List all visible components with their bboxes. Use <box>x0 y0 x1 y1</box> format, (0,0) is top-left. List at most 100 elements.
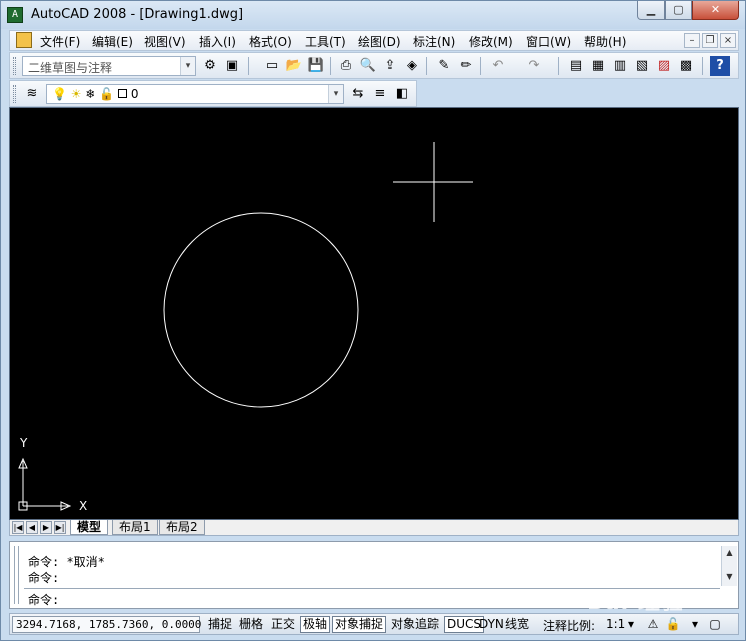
print-button[interactable]: ⎙ <box>336 56 356 76</box>
layer-previous-icon: ⇆ <box>352 86 364 101</box>
workspace-settings-button[interactable]: ⚙ <box>200 56 220 76</box>
tab-model[interactable]: 模型 <box>70 520 109 535</box>
maximize-button[interactable]: ▢ <box>665 1 692 20</box>
properties-icon: ▤ <box>569 58 583 73</box>
menu-tools[interactable]: 工具(T) <box>305 33 346 50</box>
markup-button[interactable]: ▨ <box>654 56 674 76</box>
polar-toggle[interactable]: 极轴 <box>300 616 331 633</box>
pencil-icon: ✏ <box>460 58 472 73</box>
last-tab-button[interactable]: ▶| <box>54 521 66 534</box>
chevron-down-icon[interactable]: ▾ <box>628 617 634 631</box>
annotation-visibility-icon[interactable]: ⚠ <box>644 616 662 633</box>
mdi-restore-button[interactable]: ❐ <box>702 33 718 48</box>
open-folder-icon: 📂 <box>285 58 303 73</box>
make-current-button[interactable]: ≡ <box>370 84 390 104</box>
menu-file[interactable]: 文件(F) <box>40 33 80 50</box>
menu-edit[interactable]: 编辑(E) <box>92 33 133 50</box>
open-file-button[interactable]: 📂 <box>284 56 304 76</box>
otrack-toggle[interactable]: 对象追踪 <box>388 616 442 633</box>
help-button[interactable]: ? <box>710 56 730 76</box>
next-tab-button[interactable]: ▶ <box>40 521 52 534</box>
printer-icon: ⎙ <box>340 58 352 73</box>
prev-tab-button[interactable]: ◀ <box>26 521 38 534</box>
menu-draw[interactable]: 绘图(D) <box>358 33 401 50</box>
menu-window[interactable]: 窗口(W) <box>526 33 571 50</box>
minimize-button[interactable]: ▁ <box>637 1 665 20</box>
menu-format[interactable]: 格式(O) <box>249 33 292 50</box>
tray-menu-icon[interactable]: ▾ <box>686 616 704 633</box>
new-file-button[interactable]: ▭ <box>262 56 282 76</box>
drawing-canvas[interactable]: Y X <box>9 107 739 520</box>
save-file-button[interactable]: 💾 <box>306 56 326 76</box>
chevron-down-icon[interactable]: ▾ <box>180 57 195 75</box>
mdi-minimize-button[interactable]: – <box>684 33 700 48</box>
clean-screen-icon[interactable]: ▢ <box>706 616 724 633</box>
lineweight-toggle[interactable]: 线宽 <box>502 616 532 633</box>
markup-icon: ▨ <box>657 58 671 73</box>
autocad-window: A AutoCAD 2008 - [Drawing1.dwg] ▁ ▢ ✕ 文件… <box>0 0 746 641</box>
scroll-up-icon[interactable]: ▲ <box>722 546 737 560</box>
freeze-icon: ❄ <box>85 87 96 101</box>
match-properties-button[interactable]: ✎ <box>434 56 454 76</box>
coordinates-readout[interactable]: 3294.7168, 1785.7360, 0.0000 <box>12 616 201 633</box>
brush-icon: ✎ <box>438 58 450 73</box>
annotation-scale-value[interactable]: 1:1 <box>606 617 625 631</box>
make-current-icon: ≡ <box>374 86 386 101</box>
layout-tabs: |◀ ◀ ▶ ▶| 模型 布局1 布局2 <box>9 520 739 536</box>
first-tab-button[interactable]: |◀ <box>12 521 24 534</box>
toolbar-separator <box>330 57 331 75</box>
toolbar-grip[interactable] <box>13 57 16 75</box>
menu-insert[interactable]: 插入(I) <box>199 33 236 50</box>
sheet-set-button[interactable]: ▧ <box>632 56 652 76</box>
tab-layout1[interactable]: 布局1 <box>112 520 158 535</box>
layer-state-button[interactable]: ◧ <box>392 84 412 104</box>
layer-color-swatch <box>118 89 128 98</box>
ortho-toggle[interactable]: 正交 <box>268 616 298 633</box>
scroll-down-icon[interactable]: ▼ <box>722 570 737 584</box>
quick-calc-button[interactable]: ▩ <box>676 56 696 76</box>
undo-button[interactable]: ↶ <box>488 56 508 76</box>
close-button[interactable]: ✕ <box>692 1 739 20</box>
3d-print-button[interactable]: ◈ <box>402 56 422 76</box>
command-scrollbar[interactable]: ▲ ▼ <box>721 546 737 586</box>
workspace-dropdown[interactable]: 二维草图与注释 ▾ <box>22 56 196 76</box>
layers-icon: ≋ <box>26 86 38 101</box>
menu-modify[interactable]: 修改(M) <box>469 33 513 50</box>
block-editor-button[interactable]: ✏ <box>456 56 476 76</box>
tool-palettes-button[interactable]: ▥ <box>610 56 630 76</box>
gear-icon: ⚙ <box>204 58 216 73</box>
snap-toggle[interactable]: 捕捉 <box>205 616 235 633</box>
command-window-grip[interactable] <box>14 546 19 604</box>
mdi-close-button[interactable]: × <box>720 33 736 48</box>
layer-dropdown[interactable]: 💡 ☀ ❄ 🔓 0 ▾ <box>46 84 344 104</box>
toolbar-separator <box>248 57 249 75</box>
publish-button[interactable]: ⇪ <box>380 56 400 76</box>
design-center-button[interactable]: ▦ <box>588 56 608 76</box>
layer-manager-button[interactable]: ≋ <box>22 84 42 104</box>
lock-icon[interactable]: 🔓 <box>664 616 682 633</box>
print-preview-button[interactable]: 🔍 <box>358 56 378 76</box>
document-icon[interactable] <box>16 32 32 48</box>
layer-state-icon: ◧ <box>395 86 409 101</box>
osnap-toggle[interactable]: 对象捕捉 <box>332 616 387 633</box>
redo-button[interactable]: ↷ <box>524 56 544 76</box>
status-bar: 3294.7168, 1785.7360, 0.0000 捕捉 栅格 正交 极轴… <box>9 613 739 635</box>
properties-button[interactable]: ▤ <box>566 56 586 76</box>
title-bar[interactable]: A AutoCAD 2008 - [Drawing1.dwg] ▁ ▢ ✕ <box>1 1 745 29</box>
menu-help[interactable]: 帮助(H) <box>584 33 626 50</box>
layer-previous-button[interactable]: ⇆ <box>348 84 368 104</box>
menu-view[interactable]: 视图(V) <box>144 33 186 50</box>
drawn-circle[interactable] <box>163 212 359 408</box>
workspace-value: 二维草图与注释 <box>28 61 113 75</box>
autocad-logo-icon[interactable]: A <box>7 7 23 23</box>
tab-layout2[interactable]: 布局2 <box>159 520 205 535</box>
sheet-set-icon: ▧ <box>635 58 649 73</box>
command-prompt-input[interactable]: 命令: <box>28 591 59 608</box>
save-icon: 💾 <box>307 58 325 73</box>
workspace-save-button[interactable]: ▣ <box>222 56 242 76</box>
tool-palettes-icon: ▥ <box>613 58 627 73</box>
toolbar-grip[interactable] <box>13 85 16 103</box>
grid-toggle[interactable]: 栅格 <box>236 616 266 633</box>
chevron-down-icon[interactable]: ▾ <box>328 85 343 103</box>
menu-dimension[interactable]: 标注(N) <box>413 33 455 50</box>
